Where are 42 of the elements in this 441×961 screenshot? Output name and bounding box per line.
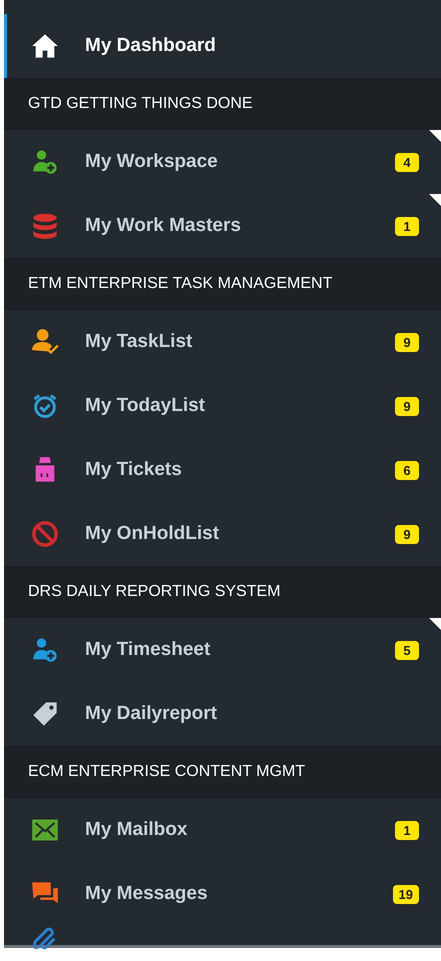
- sidebar-item[interactable]: My TaskList 9: [4, 310, 441, 374]
- sidebar-item[interactable]: My Tickets 6: [4, 438, 441, 502]
- item-label: My TaskList: [85, 331, 192, 353]
- count-badge: 9: [395, 396, 419, 416]
- item-label: My Timesheet: [85, 639, 210, 661]
- database-icon: [31, 212, 59, 240]
- sidebar-item[interactable]: My Messages 19: [4, 862, 441, 926]
- item-label: My Mailbox: [85, 819, 188, 841]
- section-header: ETM ENTERPRISE TASK MANAGEMENT: [4, 258, 441, 310]
- item-label: My Workspace: [85, 151, 218, 173]
- item-label: My Messages: [85, 883, 208, 905]
- ban-icon: [31, 520, 59, 548]
- sidebar-item[interactable]: My Work Masters 1: [4, 194, 441, 258]
- count-badge: 6: [395, 460, 419, 480]
- section-header: ECM ENTERPRISE CONTENT MGMT: [4, 746, 441, 798]
- count-badge: 19: [392, 884, 419, 904]
- user-plus-icon: [31, 636, 59, 664]
- item-label: My OnHoldList: [85, 523, 220, 545]
- count-badge: 5: [395, 640, 419, 660]
- count-badge: 4: [395, 152, 419, 172]
- item-label: My Dailyreport: [85, 703, 217, 725]
- item-label: My TodayList: [85, 395, 205, 417]
- item-label: My Work Masters: [85, 215, 241, 237]
- home-icon: [31, 32, 59, 60]
- section-header: GTD GETTING THINGS DONE: [4, 78, 441, 130]
- sidebar-item[interactable]: My Mailbox 1: [4, 798, 441, 862]
- alarm-clock-icon: [31, 392, 59, 420]
- item-label: My Tickets: [85, 459, 182, 481]
- count-badge: 9: [395, 524, 419, 544]
- count-badge: 1: [395, 216, 419, 236]
- sidebar-item[interactable]: My OnHoldList 9: [4, 502, 441, 566]
- count-badge: 1: [395, 820, 419, 840]
- sidebar-item[interactable]: My Timesheet 5: [4, 618, 441, 682]
- item-label: My Dashboard: [85, 35, 216, 57]
- sidebar-item[interactable]: My Dailyreport: [4, 682, 441, 746]
- section-header: DRS DAILY REPORTING SYSTEM: [4, 566, 441, 618]
- count-badge: 9: [395, 332, 419, 352]
- sidebar-item[interactable]: My Workspace 4: [4, 130, 441, 194]
- user-check-icon: [31, 328, 59, 356]
- user-plus-icon: [31, 148, 59, 176]
- tag-icon: [31, 700, 59, 728]
- sidebar-item[interactable]: My TodayList 9: [4, 374, 441, 438]
